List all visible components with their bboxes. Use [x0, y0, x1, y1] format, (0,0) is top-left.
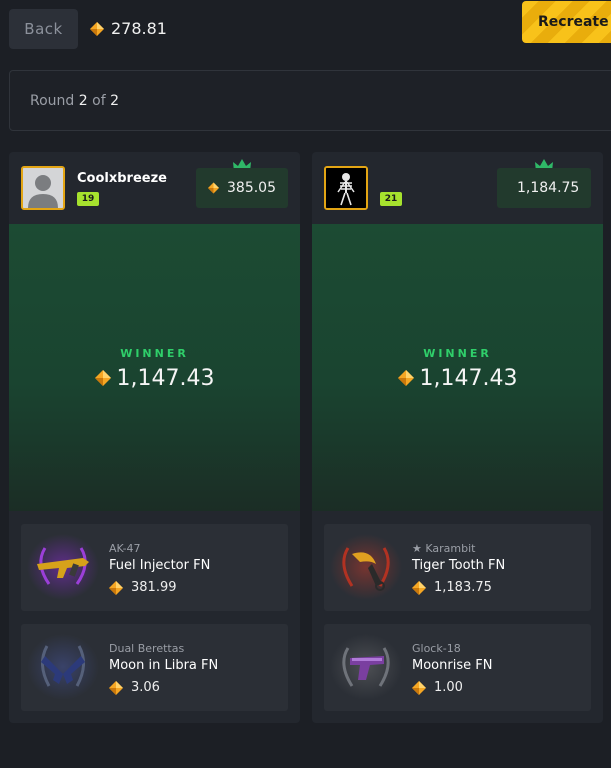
- winner-amount: 1,147.43: [312, 366, 603, 391]
- item-price-value: 3.06: [131, 680, 160, 695]
- gem-icon: [109, 580, 123, 595]
- default-avatar-icon: [23, 168, 63, 208]
- level-badge: 21: [380, 192, 402, 206]
- item-card[interactable]: AK-47 Fuel Injector FN 381.99: [21, 524, 288, 611]
- item-price: 1.00: [412, 680, 463, 695]
- round-of: of: [92, 92, 106, 109]
- balance-display: 278.81: [90, 19, 167, 38]
- gem-icon: [208, 181, 219, 195]
- gem-icon: [109, 680, 123, 695]
- gem-icon: [397, 370, 414, 386]
- winner-panel: WINNER 1,147.43: [9, 224, 300, 511]
- avatar[interactable]: [21, 166, 65, 210]
- item-weapon: ★ Karambit: [412, 542, 476, 555]
- player-total-value: 385.05: [227, 180, 276, 196]
- player-name[interactable]: Coolxbreeze: [77, 171, 167, 186]
- item-skin: Tiger Tooth FN: [412, 558, 506, 573]
- player-total: 1,184.75: [497, 168, 591, 208]
- item-skin: Moonrise FN: [412, 658, 493, 673]
- back-button[interactable]: Back: [9, 9, 78, 49]
- glock-icon: [330, 634, 402, 700]
- item-price: 3.06: [109, 680, 160, 695]
- item-skin: Moon in Libra FN: [109, 658, 219, 673]
- winner-amount: 1,147.43: [9, 366, 300, 391]
- item-price-value: 1,183.75: [434, 580, 492, 595]
- item-card[interactable]: Glock-18 Moonrise FN 1.00: [324, 624, 591, 711]
- gem-icon: [412, 680, 426, 695]
- item-price: 381.99: [109, 580, 177, 595]
- item-weapon: AK-47: [109, 542, 141, 555]
- gem-icon: [90, 21, 104, 36]
- avatar[interactable]: [324, 166, 368, 210]
- player-total-value: 1,184.75: [517, 180, 580, 196]
- item-card[interactable]: Dual Berettas Moon in Libra FN 3.06: [21, 624, 288, 711]
- ak47-icon: [27, 534, 99, 600]
- player-total: 385.05: [196, 168, 288, 208]
- skeleton-avatar-icon: [326, 168, 366, 208]
- round-indicator: Round 2 of 2: [9, 70, 611, 131]
- item-price-value: 1.00: [434, 680, 463, 695]
- item-weapon: Glock-18: [412, 642, 461, 655]
- item-weapon: Dual Berettas: [109, 642, 185, 655]
- dual-berettas-icon: [27, 634, 99, 700]
- recreate-button[interactable]: Recreate: [522, 1, 611, 43]
- item-price: 1,183.75: [412, 580, 492, 595]
- gem-icon: [412, 580, 426, 595]
- round-current: 2: [78, 92, 88, 109]
- level-badge: 19: [77, 192, 99, 206]
- winner-label: WINNER: [423, 347, 492, 360]
- player-column-2: 21 1,184.75 WINNER 1,147.43 ★ Karambit T…: [312, 152, 603, 723]
- karambit-icon: [330, 534, 402, 600]
- winner-label: WINNER: [120, 347, 189, 360]
- winner-amount-value: 1,147.43: [419, 366, 518, 391]
- item-price-value: 381.99: [131, 580, 177, 595]
- gem-icon: [94, 370, 111, 386]
- item-card[interactable]: ★ Karambit Tiger Tooth FN 1,183.75: [324, 524, 591, 611]
- round-total: 2: [110, 92, 119, 109]
- player-column-1: Coolxbreeze 19 385.05 WINNER 1,147.43 AK…: [9, 152, 300, 723]
- winner-panel: WINNER 1,147.43: [312, 224, 603, 511]
- item-skin: Fuel Injector FN: [109, 558, 211, 573]
- winner-amount-value: 1,147.43: [116, 366, 215, 391]
- balance-value: 278.81: [111, 19, 167, 38]
- round-prefix: Round: [30, 92, 75, 109]
